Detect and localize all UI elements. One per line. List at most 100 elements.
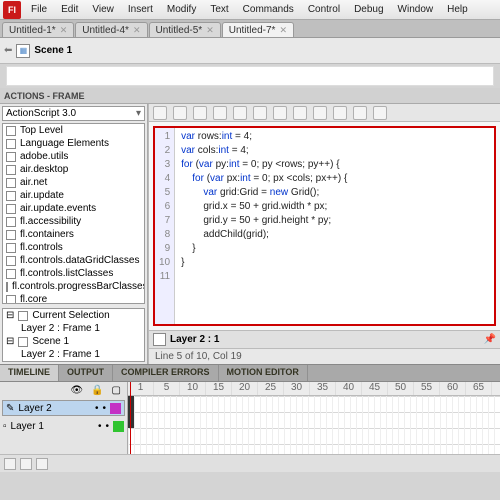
document-tabs: Untitled-1* ✕ Untitled-4* ✕ Untitled-5*✕ U… xyxy=(0,20,500,38)
actions-sidebar: ActionScript 3.0 ▾ Top Level Language El… xyxy=(0,104,148,364)
tab-label: Untitled-1* xyxy=(9,25,56,36)
list-item[interactable]: fl.controls.progressBarClasses xyxy=(3,280,144,293)
menu-window[interactable]: Window xyxy=(391,4,441,15)
book-icon xyxy=(6,165,16,175)
code-area[interactable]: 1234567891011 var rows:int = 4;var cols:… xyxy=(153,126,496,326)
menu-debug[interactable]: Debug xyxy=(347,4,390,15)
list-item[interactable]: air.desktop xyxy=(3,163,144,176)
target-icon xyxy=(18,311,28,321)
tab-label: Untitled-4* xyxy=(82,25,129,36)
new-folder-icon[interactable] xyxy=(20,458,32,470)
code-text[interactable]: var rows:int = 4;var cols:int = 4;for (v… xyxy=(175,128,353,324)
help-icon[interactable] xyxy=(373,106,387,120)
layer-row[interactable]: ▫ Layer 1 •• xyxy=(0,418,127,434)
tab-untitled-7[interactable]: Untitled-7*✕ xyxy=(222,22,294,37)
keyframe[interactable] xyxy=(128,412,134,428)
script-version-value: ActionScript 3.0 xyxy=(6,108,76,119)
package-list[interactable]: Top Level Language Elements adobe.utils … xyxy=(2,123,145,304)
back-icon[interactable]: ⬅ xyxy=(4,45,12,56)
tab-untitled-4[interactable]: Untitled-4* ✕ xyxy=(75,22,147,37)
layer-color xyxy=(113,421,124,432)
auto-format-icon[interactable] xyxy=(233,106,247,120)
list-item[interactable]: fl.accessibility xyxy=(3,215,144,228)
menu-edit[interactable]: Edit xyxy=(54,4,85,15)
comment-icon[interactable] xyxy=(333,106,347,120)
close-icon[interactable]: ✕ xyxy=(206,25,214,36)
list-item[interactable]: air.update xyxy=(3,189,144,202)
check-syntax-icon[interactable] xyxy=(213,106,227,120)
debug-icon[interactable] xyxy=(273,106,287,120)
add-icon[interactable] xyxy=(153,106,167,120)
scene-icon xyxy=(18,337,28,347)
timeline-track[interactable]: 15101520253035404550556065 xyxy=(128,382,500,454)
timeline: 👁 🔒 ▢ ✎ Layer 2 •• ▫ Layer 1 •• 1510152025… xyxy=(0,382,500,454)
list-item[interactable]: fl.containers xyxy=(3,228,144,241)
delete-layer-icon[interactable] xyxy=(36,458,48,470)
list-item[interactable]: Language Elements xyxy=(3,137,144,150)
list-item[interactable]: fl.core xyxy=(3,293,144,304)
scene-name: Scene 1 xyxy=(34,45,72,56)
list-item[interactable]: adobe.utils xyxy=(3,150,144,163)
list-item[interactable]: fl.controls.dataGridClasses xyxy=(3,254,144,267)
list-item[interactable]: Top Level xyxy=(3,124,144,137)
item-label: Top Level xyxy=(20,125,63,136)
wrap-icon[interactable] xyxy=(353,106,367,120)
script-version-select[interactable]: ActionScript 3.0 ▾ xyxy=(2,106,145,121)
collapse-icon[interactable]: ⊟ xyxy=(6,310,14,321)
book-icon xyxy=(6,191,16,201)
list-item[interactable]: air.update.events xyxy=(3,202,144,215)
collapse-icon[interactable] xyxy=(293,106,307,120)
edit-bar xyxy=(6,66,494,86)
keyframe[interactable] xyxy=(128,396,134,412)
outline-icon[interactable]: ▢ xyxy=(112,385,121,396)
menu-control[interactable]: Control xyxy=(301,4,347,15)
selection-item[interactable]: Layer 2 : Frame 1 xyxy=(21,349,100,360)
selection-item[interactable]: Layer 2 : Frame 1 xyxy=(21,323,100,334)
editor-toolbar xyxy=(149,104,500,122)
menu-insert[interactable]: Insert xyxy=(121,4,160,15)
tab-compiler-errors[interactable]: COMPILER ERRORS xyxy=(113,365,219,381)
tab-label: Untitled-7* xyxy=(229,25,276,36)
panel-title: Current Selection xyxy=(32,310,109,321)
menu-text[interactable]: Text xyxy=(203,4,235,15)
list-item[interactable]: fl.controls.listClasses xyxy=(3,267,144,280)
pin-icon[interactable]: 📌 xyxy=(484,334,496,345)
layer-row[interactable]: ✎ Layer 2 •• xyxy=(2,400,125,416)
menu-modify[interactable]: Modify xyxy=(160,4,203,15)
bottom-panel-tabs: TIMELINE OUTPUT COMPILER ERRORS MOTION E… xyxy=(0,364,500,382)
item-label: fl.controls.dataGridClasses xyxy=(20,255,140,266)
lock-icon[interactable]: 🔒 xyxy=(91,385,103,396)
actions-panel-header[interactable]: ACTIONS - FRAME xyxy=(0,88,500,104)
eye-icon[interactable]: 👁 xyxy=(70,385,83,396)
tab-untitled-5[interactable]: Untitled-5*✕ xyxy=(149,22,221,37)
layer-color xyxy=(110,403,121,414)
menu-commands[interactable]: Commands xyxy=(236,4,301,15)
pencil-icon: ✎ xyxy=(6,403,14,414)
scene-bar: ⬅ ▦ Scene 1 xyxy=(0,38,500,64)
close-icon[interactable]: ✕ xyxy=(279,25,287,36)
close-icon[interactable]: ✕ xyxy=(60,25,68,36)
editor-tab-label[interactable]: Layer 2 : 1 xyxy=(170,334,219,345)
find-icon[interactable] xyxy=(173,106,187,120)
new-layer-icon[interactable] xyxy=(4,458,16,470)
book-icon xyxy=(6,243,16,253)
menu-help[interactable]: Help xyxy=(440,4,475,15)
expand-icon[interactable] xyxy=(313,106,327,120)
menu-file[interactable]: File xyxy=(24,4,54,15)
layer-header: 👁 🔒 ▢ xyxy=(0,382,127,398)
code-hint-icon[interactable] xyxy=(253,106,267,120)
tab-timeline[interactable]: TIMELINE xyxy=(0,365,59,381)
timeline-ruler: 15101520253035404550556065 xyxy=(128,382,500,396)
tab-motion-editor[interactable]: MOTION EDITOR xyxy=(219,365,308,381)
target-icon[interactable] xyxy=(193,106,207,120)
tab-untitled-1[interactable]: Untitled-1* ✕ xyxy=(2,22,74,37)
collapse-icon[interactable]: ⊟ xyxy=(6,336,14,347)
book-icon xyxy=(6,152,16,162)
list-item[interactable]: fl.controls xyxy=(3,241,144,254)
close-icon[interactable]: ✕ xyxy=(133,25,141,36)
playhead[interactable] xyxy=(130,382,131,454)
list-item[interactable]: air.net xyxy=(3,176,144,189)
book-icon xyxy=(6,269,16,279)
tab-output[interactable]: OUTPUT xyxy=(59,365,113,381)
menu-view[interactable]: View xyxy=(85,4,121,15)
